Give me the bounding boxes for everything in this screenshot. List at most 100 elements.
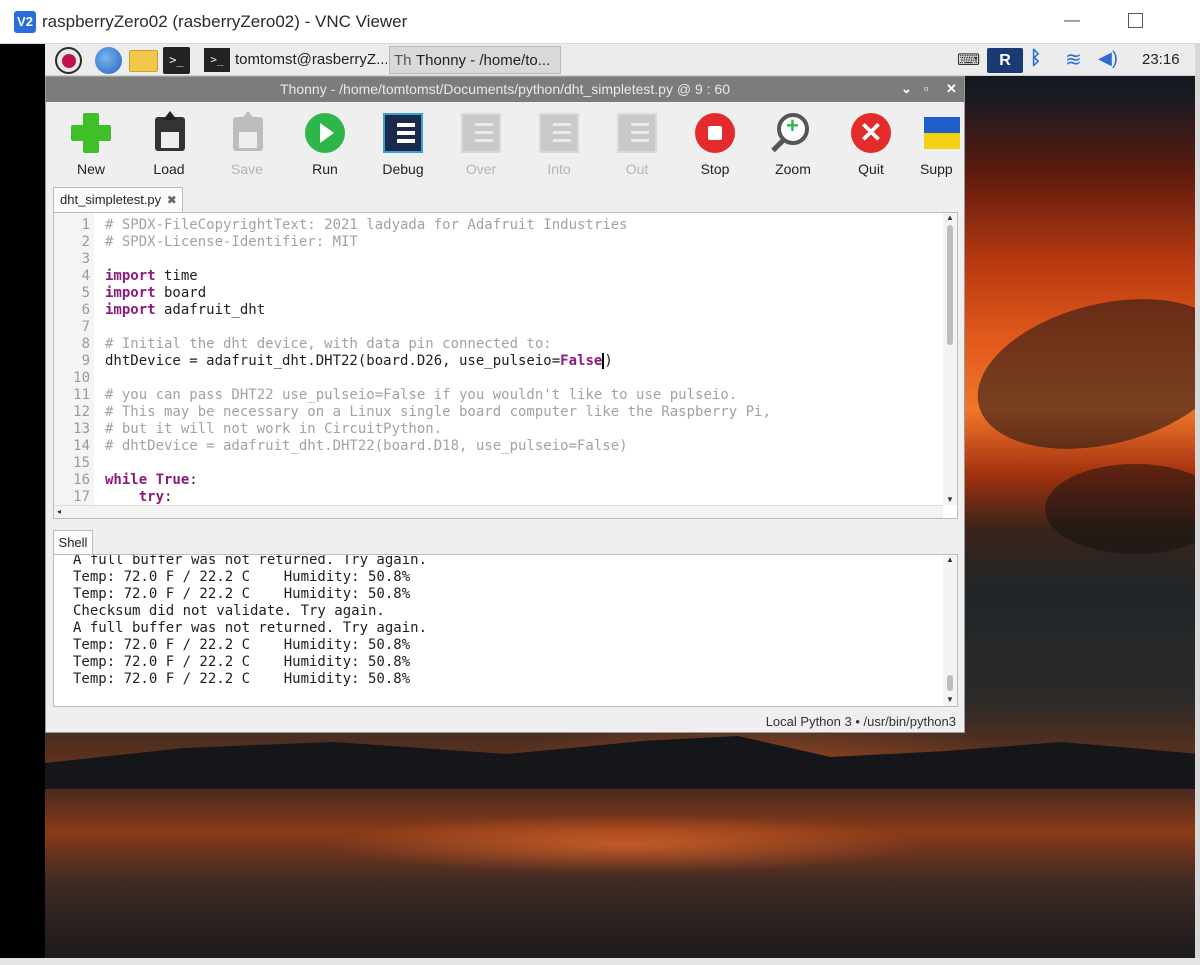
load-button[interactable]: Load bbox=[136, 111, 202, 183]
debug-button[interactable]: Debug bbox=[370, 111, 436, 183]
raspberry-menu-icon[interactable] bbox=[55, 47, 82, 74]
step-into-button[interactable]: Into bbox=[526, 111, 592, 183]
code-line: 13 # but it will not work in CircuitPytho… bbox=[54, 421, 944, 438]
remote-desktop[interactable]: >_ >_ tomtomst@rasberryZ... Th Thonny - … bbox=[45, 44, 1200, 958]
code-text: try: bbox=[105, 489, 173, 506]
vnc-window-title: raspberryZero02 (rasberryZero02) - VNC V… bbox=[42, 12, 408, 31]
shell-scroll-thumb[interactable] bbox=[947, 675, 953, 691]
close-icon[interactable]: ✖ bbox=[167, 193, 177, 207]
file-manager-icon[interactable] bbox=[129, 50, 158, 72]
code-comment: # Initial the dht device, with data pin … bbox=[105, 336, 552, 352]
terminal-icon[interactable]: >_ bbox=[163, 47, 190, 74]
support-ukraine-button[interactable]: Supp bbox=[912, 111, 964, 183]
shell-line: Temp: 72.0 F / 22.2 C Humidity: 50.8% bbox=[73, 671, 411, 687]
interpreter-status[interactable]: Local Python 3 • /usr/bin/python3 bbox=[766, 714, 956, 729]
scroll-left-icon[interactable]: ◂ bbox=[57, 507, 61, 516]
code-keyword: import bbox=[105, 285, 156, 301]
code-line: 8 # Initial the dht device, with data pin… bbox=[54, 336, 944, 353]
volume-icon[interactable]: ◀) bbox=[1098, 48, 1118, 69]
new-button[interactable]: New bbox=[58, 111, 124, 183]
tab-dht-simpletest[interactable]: dht_simpletest.py ✖ bbox=[53, 187, 183, 213]
code-text: # but it will not work in CircuitPython. bbox=[105, 421, 442, 438]
wifi-icon[interactable]: ≋ bbox=[1065, 47, 1082, 72]
viewer-right-border bbox=[1195, 44, 1200, 958]
shell-line: A full buffer was not returned. Try agai… bbox=[73, 620, 428, 636]
line-number: 9 bbox=[81, 353, 90, 369]
minimize-icon[interactable]: — bbox=[1060, 8, 1084, 34]
panel-clock[interactable]: 23:16 bbox=[1142, 51, 1180, 68]
code-line: 11 # you can pass DHT22 use_pulseio=False… bbox=[54, 387, 944, 404]
code-line: 2 # SPDX-License-Identifier: MIT bbox=[54, 234, 944, 251]
zoom-button[interactable]: Zoom bbox=[760, 111, 826, 183]
tab-shell[interactable]: Shell bbox=[53, 530, 93, 555]
step-out-button[interactable]: Out bbox=[604, 111, 670, 183]
shell-line: Temp: 72.0 F / 22.2 C Humidity: 50.8% bbox=[73, 586, 411, 602]
wallpaper-lake-glare bbox=[325, 814, 925, 874]
scroll-up-icon[interactable]: ▲ bbox=[946, 555, 954, 564]
code-comment: # but it will not work in CircuitPython. bbox=[105, 421, 443, 437]
debug-icon bbox=[381, 111, 425, 155]
quit-icon: ✕ bbox=[849, 111, 893, 155]
shell-vertical-scrollbar[interactable]: ▲ ▼ bbox=[943, 555, 957, 706]
scroll-down-icon[interactable]: ▼ bbox=[946, 495, 954, 504]
maximize-icon[interactable]: ▫ bbox=[924, 81, 929, 96]
taskbar-thonny-label: Thonny - /home/to... bbox=[416, 52, 551, 69]
line-number: 8 bbox=[81, 336, 90, 352]
thonny-titlebar[interactable]: Thonny - /home/tomtomst/Documents/python… bbox=[46, 77, 964, 102]
web-browser-icon[interactable] bbox=[95, 47, 122, 74]
code-keyword: while True bbox=[105, 472, 190, 488]
taskbar-terminal-button[interactable]: >_ tomtomst@rasberryZ... bbox=[202, 46, 387, 74]
new-file-icon bbox=[69, 111, 113, 155]
bluetooth-icon[interactable]: ᛒ bbox=[1030, 48, 1041, 70]
close-icon[interactable]: ✕ bbox=[946, 81, 957, 97]
code-comment: # This may be necessary on a Linux singl… bbox=[105, 404, 771, 420]
run-button[interactable]: Run bbox=[292, 111, 358, 183]
shell-line: Temp: 72.0 F / 22.2 C Humidity: 50.8% bbox=[73, 569, 411, 585]
thonny-window-title: Thonny - /home/tomtomst/Documents/python… bbox=[280, 81, 730, 97]
code-editor[interactable]: 1 # SPDX-FileCopyrightText: 2021 ladyada … bbox=[53, 212, 958, 519]
line-number: 4 bbox=[81, 268, 90, 284]
code-text: # you can pass DHT22 use_pulseio=False i… bbox=[105, 387, 737, 404]
taskbar-thonny-button[interactable]: Th Thonny - /home/to... bbox=[389, 46, 561, 74]
code-text: import board bbox=[105, 285, 206, 302]
step-over-button[interactable]: Over bbox=[448, 111, 514, 183]
editor-vertical-scrollbar[interactable]: ▲ ▼ bbox=[943, 213, 957, 505]
thonny-icon: Th bbox=[394, 52, 412, 69]
line-number: 7 bbox=[81, 319, 90, 335]
chevron-down-icon[interactable]: ⌄ bbox=[901, 81, 912, 97]
line-number: 10 bbox=[73, 370, 90, 386]
maximize-icon[interactable] bbox=[1128, 13, 1143, 28]
editor-scroll-thumb[interactable] bbox=[947, 225, 953, 345]
thonny-window: Thonny - /home/tomtomst/Documents/python… bbox=[45, 76, 965, 733]
stop-button[interactable]: Stop bbox=[682, 111, 748, 183]
shell-console[interactable]: A full buffer was not returned. Try agai… bbox=[53, 554, 958, 707]
line-number: 16 bbox=[73, 472, 90, 488]
scroll-down-icon[interactable]: ▼ bbox=[946, 695, 954, 704]
step-into-icon bbox=[537, 111, 581, 155]
code-text: # This may be necessary on a Linux singl… bbox=[105, 404, 771, 421]
code-line: 16 while True: bbox=[54, 472, 944, 489]
realvnc-icon[interactable]: R bbox=[987, 48, 1023, 73]
save-button[interactable]: Save bbox=[214, 111, 280, 183]
line-number: 2 bbox=[81, 234, 90, 250]
quit-button[interactable]: ✕ Quit bbox=[838, 111, 904, 183]
shell-tabbar: Shell bbox=[46, 528, 964, 555]
step-out-icon bbox=[615, 111, 659, 155]
code-line: 12 # This may be necessary on a Linux sin… bbox=[54, 404, 944, 421]
code-text: # dhtDevice = adafruit_dht.DHT22(board.D… bbox=[105, 438, 628, 455]
step-over-icon bbox=[459, 111, 503, 155]
code-line: 1 # SPDX-FileCopyrightText: 2021 ladyada … bbox=[54, 217, 944, 234]
keyboard-icon[interactable]: ⌨ bbox=[957, 50, 980, 70]
code-line: 14 # dhtDevice = adafruit_dht.DHT22(board… bbox=[54, 438, 944, 455]
stop-icon bbox=[693, 111, 737, 155]
scroll-up-icon[interactable]: ▲ bbox=[946, 213, 954, 222]
code-segment: time bbox=[155, 268, 198, 284]
zoom-icon bbox=[771, 111, 815, 155]
wallpaper-hills bbox=[45, 736, 1200, 790]
save-file-icon bbox=[225, 111, 269, 155]
line-number: 15 bbox=[73, 455, 90, 471]
code-text: # Initial the dht device, with data pin … bbox=[105, 336, 552, 353]
editor-horizontal-scrollbar[interactable]: ◂ bbox=[54, 505, 943, 518]
code-keyword: False bbox=[560, 353, 605, 369]
